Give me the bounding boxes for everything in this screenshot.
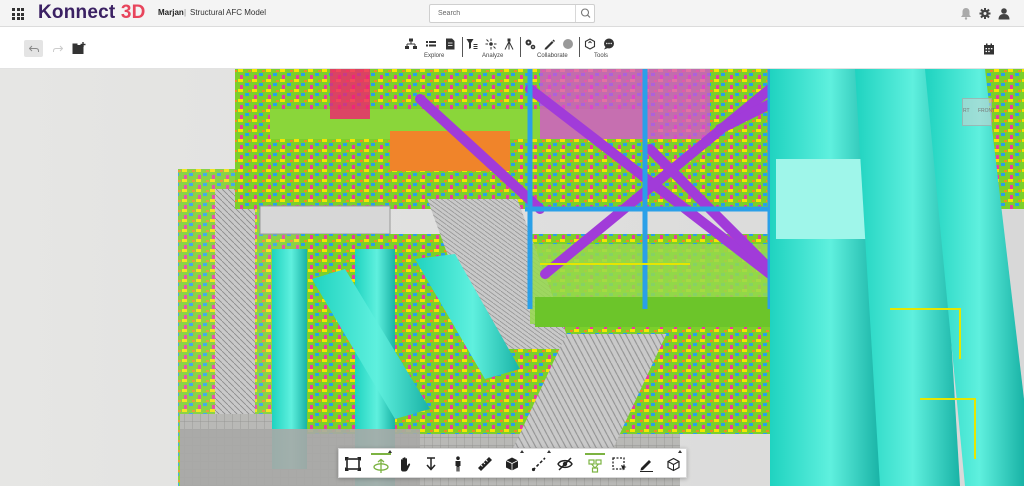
search-box <box>429 4 595 23</box>
view-cube-front-label: FRONT <box>978 108 996 114</box>
add-to-folder-button[interactable] <box>72 41 86 55</box>
brand-accent: 3D <box>120 2 146 23</box>
view-cube-icon <box>666 457 680 471</box>
orbit-button[interactable] <box>371 453 391 475</box>
section-box-button[interactable] <box>504 456 520 472</box>
analyze-label: Analyze <box>482 53 504 59</box>
markup-line-button[interactable] <box>531 456 547 472</box>
section-box-icon <box>505 457 519 471</box>
top-bar: Konnect 3D Marjan | Structural AFC Model <box>0 0 1024 27</box>
explode-icon[interactable] <box>485 38 497 50</box>
collaborate-label: Collaborate <box>537 53 568 59</box>
zoom-arrow-icon <box>426 456 436 471</box>
model-name: Structural AFC Model <box>190 8 267 17</box>
pan-button[interactable] <box>397 456 413 472</box>
gear-icon[interactable] <box>979 7 991 20</box>
search-input[interactable] <box>430 5 576 22</box>
hierarchy-icon[interactable] <box>405 38 417 50</box>
toolbar-divider <box>462 37 463 57</box>
view-cube-left-label: RT <box>963 108 970 114</box>
toolbar-divider <box>520 37 521 57</box>
add-to-folder-icon <box>72 41 86 54</box>
walk-person-icon <box>455 456 461 472</box>
orbit-caret-icon[interactable] <box>388 450 392 453</box>
zoom-button[interactable] <box>423 456 439 472</box>
calendar-icon[interactable] <box>983 43 995 55</box>
user-name: Marjan <box>158 8 184 17</box>
undo-icon <box>28 45 39 52</box>
settings-gears-icon[interactable] <box>524 38 536 50</box>
measure-tripod-icon[interactable] <box>503 38 515 50</box>
section-caret-icon[interactable] <box>520 450 524 453</box>
main-toolbar: Explore Analyze Collaborate Tools <box>0 27 1024 69</box>
redo-button[interactable] <box>48 40 67 57</box>
select-box-button[interactable] <box>611 456 627 472</box>
title-separator: | <box>184 8 187 17</box>
edit-pen-icon <box>639 459 653 472</box>
view-cube[interactable]: RT FRONT <box>958 92 998 132</box>
model-tree-icon <box>588 458 602 473</box>
bell-icon[interactable] <box>960 7 972 20</box>
navigation-toolbar <box>338 448 687 478</box>
list-icon[interactable] <box>425 38 437 50</box>
hide-button[interactable] <box>557 456 573 472</box>
markup-line-icon <box>531 457 546 472</box>
user-icon[interactable] <box>998 7 1010 20</box>
structural-model-render <box>0 69 1024 486</box>
document-icon[interactable] <box>444 38 456 50</box>
measure-button[interactable] <box>477 456 493 472</box>
fit-frame-icon <box>345 457 361 471</box>
record-icon[interactable] <box>562 38 574 50</box>
apps-grid-icon[interactable] <box>12 8 24 20</box>
orbit-icon <box>373 458 389 473</box>
redo-icon <box>52 45 63 52</box>
toolbar-divider <box>579 37 580 57</box>
undo-button[interactable] <box>24 40 43 57</box>
markup-caret-icon[interactable] <box>547 450 551 453</box>
fit-frame-button[interactable] <box>345 456 361 472</box>
explore-label: Explore <box>424 53 445 59</box>
edit-pen-button[interactable] <box>638 456 654 472</box>
tools-label: Tools <box>594 53 609 59</box>
view-cube-caret-icon[interactable] <box>678 450 682 453</box>
view-cube-button[interactable] <box>665 456 681 472</box>
select-box-icon <box>611 456 626 470</box>
markup-pen-icon[interactable] <box>543 38 555 50</box>
search-icon <box>580 8 591 18</box>
cube-refresh-icon[interactable] <box>584 38 596 50</box>
walk-button[interactable] <box>450 456 466 472</box>
hide-eye-icon <box>557 457 573 471</box>
ruler-icon <box>478 457 492 471</box>
brand-logo: Konnect 3D <box>38 2 146 24</box>
pan-hand-icon <box>401 456 411 471</box>
brand-main: Konnect <box>38 2 116 23</box>
model-viewport[interactable] <box>0 69 1024 486</box>
comment-icon[interactable] <box>603 38 615 50</box>
search-button[interactable] <box>575 5 594 22</box>
model-tree-button[interactable] <box>585 453 605 475</box>
filter-icon[interactable] <box>466 38 478 50</box>
